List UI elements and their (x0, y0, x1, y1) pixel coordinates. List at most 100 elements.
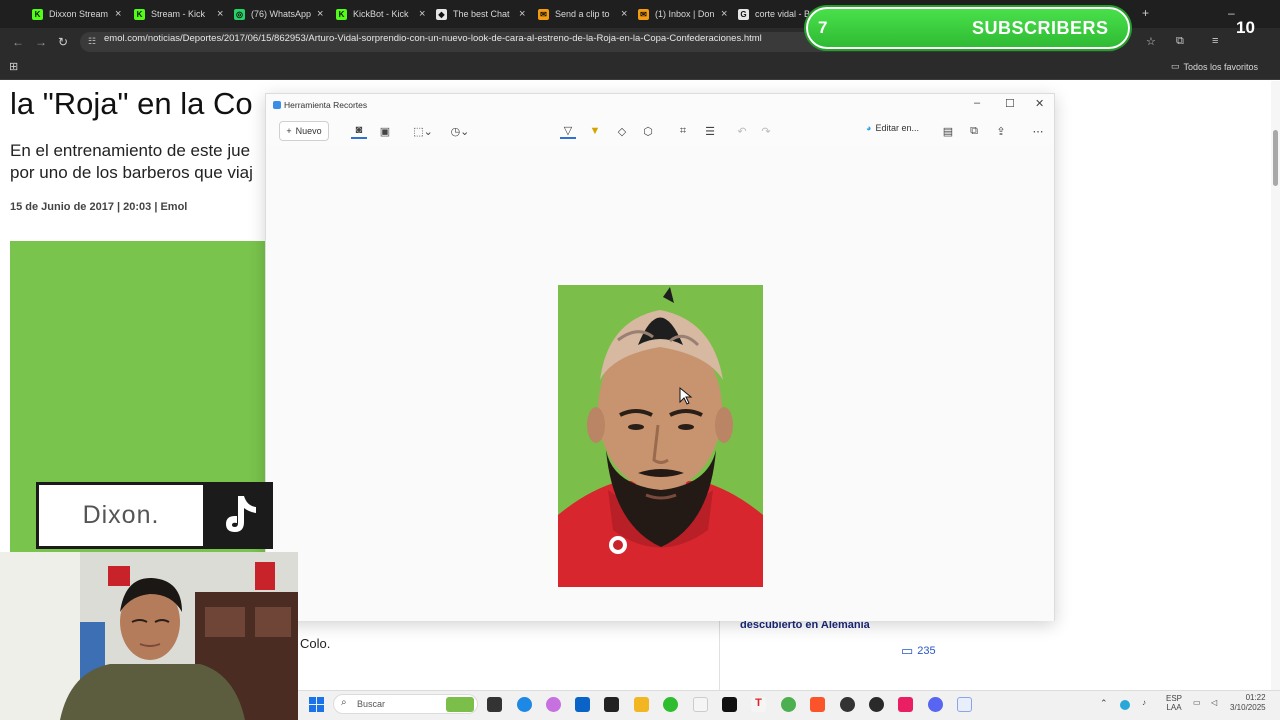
windows-start-icon[interactable] (309, 697, 324, 712)
article-headline: la "Roja" en la Co (10, 86, 253, 121)
tab-favicon-icon: K (134, 8, 145, 20)
window-maximize-icon[interactable]: ☐ (1005, 97, 1015, 110)
app-icon[interactable] (869, 697, 884, 712)
crop-icon[interactable]: ⌗ (675, 123, 691, 139)
obs-icon[interactable] (840, 697, 855, 712)
snipping-tool-taskbar-icon[interactable] (957, 697, 972, 712)
browser-tab[interactable]: K Stream - Kick × (134, 4, 223, 24)
edit-in-label: Editar en... (875, 123, 919, 133)
tab-close-icon[interactable]: × (419, 8, 425, 20)
file-explorer-icon[interactable] (634, 697, 649, 712)
save-icon[interactable]: ▤ (940, 123, 956, 139)
itunes-icon[interactable] (693, 697, 708, 712)
minimize-browser-icon[interactable]: – (1228, 6, 1235, 20)
kick-app-icon[interactable] (663, 697, 678, 712)
forward-icon[interactable]: → (35, 35, 47, 49)
snipping-tool-titlebar[interactable]: Herramienta Recortes – ☐ ✕ (266, 94, 1054, 116)
comments-link[interactable]: ▭ 235 (901, 643, 936, 659)
copilot-icon[interactable] (546, 697, 561, 712)
site-info-icon[interactable]: ☷ (88, 36, 96, 47)
streamer-name: Dixon. (36, 482, 206, 549)
tab-label: (1) Inbox | Don (655, 9, 715, 19)
new-tab-icon[interactable]: + (1142, 6, 1149, 20)
clock[interactable]: 01:22 3/10/2025 (1230, 693, 1266, 713)
caption-tail: Colo. (300, 636, 331, 651)
browser-tab[interactable]: ✉ Send a clip to × (538, 4, 627, 24)
network-icon[interactable]: ▭ (1193, 698, 1201, 707)
new-snip-button[interactable]: + Nuevo (279, 121, 329, 141)
bookmark-star-icon[interactable]: ☆ (1146, 35, 1156, 48)
tab-close-icon[interactable]: × (317, 8, 323, 20)
ballpoint-pen-icon[interactable]: ▽ (560, 123, 576, 139)
redo-icon[interactable]: ↷ (758, 123, 774, 139)
browser-tab[interactable]: K KickBot - Kick × (336, 4, 425, 24)
article-lead: En el entrenamiento de este jue por uno … (10, 140, 280, 184)
reload-icon[interactable]: ↻ (58, 35, 68, 49)
tab-close-icon[interactable]: × (115, 8, 121, 20)
subscriber-label: SUBSCRIBERS (972, 18, 1109, 38)
tray-chevron-icon[interactable]: ⌃ (1100, 698, 1108, 709)
language-top: ESP (1166, 694, 1183, 703)
snip-shape-dropdown-icon[interactable]: ⬚⌄ (412, 123, 434, 139)
window-minimize-icon[interactable]: – (974, 97, 980, 109)
edit-in-button[interactable]: ◕ Editar en... (866, 123, 919, 133)
more-options-icon[interactable]: ⋯ (1030, 123, 1046, 139)
apps-grid-icon[interactable]: ⊞ (9, 60, 18, 73)
all-favorites[interactable]: ▭ Todos los favoritos (1171, 61, 1258, 72)
browser-tab[interactable]: ✉ (1) Inbox | Don × (638, 4, 727, 24)
shapes-icon[interactable]: ⬡ (640, 123, 656, 139)
tab-label: KickBot - Kick (353, 9, 409, 19)
back-icon[interactable]: ← (12, 35, 24, 49)
folder-icon: ▭ (1170, 61, 1180, 71)
eraser-icon[interactable]: ◇ (614, 123, 630, 139)
reading-list-icon[interactable]: ≡ (1212, 35, 1218, 47)
outlook-icon[interactable] (575, 697, 590, 712)
tab-favicon-icon: K (32, 8, 43, 20)
tab-close-icon[interactable]: × (621, 8, 627, 20)
search-highlight-icon[interactable] (446, 697, 474, 712)
browser-tab[interactable]: Gcorte vidal - B (738, 4, 817, 24)
tab-label: Dixxon Stream (49, 9, 109, 19)
language-bottom: LAA (1166, 703, 1182, 712)
tab-close-icon[interactable]: × (721, 8, 727, 20)
screenshot-mode-icon[interactable]: ◙ (351, 123, 367, 139)
brave-icon[interactable] (810, 697, 825, 712)
language-indicator[interactable]: ESP LAA (1166, 694, 1182, 712)
discord-icon[interactable] (928, 697, 943, 712)
browser-tab[interactable]: K Dixxon Stream × (32, 4, 121, 24)
webcam-feed (0, 552, 298, 720)
tiktok-live-icon[interactable] (898, 697, 913, 712)
tab-favicon-icon: ◆ (436, 8, 447, 20)
capcut-icon[interactable] (604, 697, 619, 712)
share-icon[interactable]: ⇪ (993, 123, 1009, 139)
copy-icon[interactable]: ⧉ (966, 123, 982, 139)
text-actions-icon[interactable]: ☰ (702, 123, 718, 139)
task-view-icon[interactable] (487, 697, 502, 712)
page-scrollbar-thumb[interactable] (1273, 130, 1278, 186)
comment-icon: ▭ (901, 643, 914, 658)
article-lead-line-1: En el entrenamiento de este jue (10, 141, 251, 160)
article-dateline: 15 de Junio de 2017 | 20:03 | Emol (10, 201, 188, 213)
chrome-icon[interactable] (781, 697, 796, 712)
tray-mic-icon[interactable]: ♪ (1142, 698, 1146, 707)
video-mode-icon[interactable]: ▣ (377, 123, 393, 139)
url-text[interactable]: emol.com/noticias/Deportes/2017/06/15/86… (104, 33, 762, 44)
snipping-tool-title: Herramienta Recortes (284, 100, 368, 110)
volume-icon[interactable]: ◁ (1211, 698, 1217, 707)
undo-icon[interactable]: ↶ (734, 123, 750, 139)
edge-icon[interactable] (517, 697, 532, 712)
tab-favicon-icon: ✉ (638, 8, 649, 20)
text-editor-icon[interactable]: T (751, 697, 766, 712)
tab-label: The best Chat (453, 9, 510, 19)
browser-tab[interactable]: ◆ The best Chat × (436, 4, 525, 24)
tray-app-icon[interactable] (1120, 700, 1130, 710)
tiktok-app-icon[interactable] (722, 697, 737, 712)
tab-close-icon[interactable]: × (217, 8, 223, 20)
browser-tab[interactable]: ◎ (76) WhatsApp × (234, 4, 323, 24)
tab-favicon-icon: G (738, 8, 749, 20)
tab-close-icon[interactable]: × (519, 8, 525, 20)
highlighter-icon[interactable]: ▼ (587, 123, 603, 139)
extensions-icon[interactable]: ⧉ (1176, 35, 1184, 48)
window-close-icon[interactable]: ✕ (1035, 97, 1044, 110)
snip-delay-dropdown-icon[interactable]: ◷⌄ (449, 123, 471, 139)
